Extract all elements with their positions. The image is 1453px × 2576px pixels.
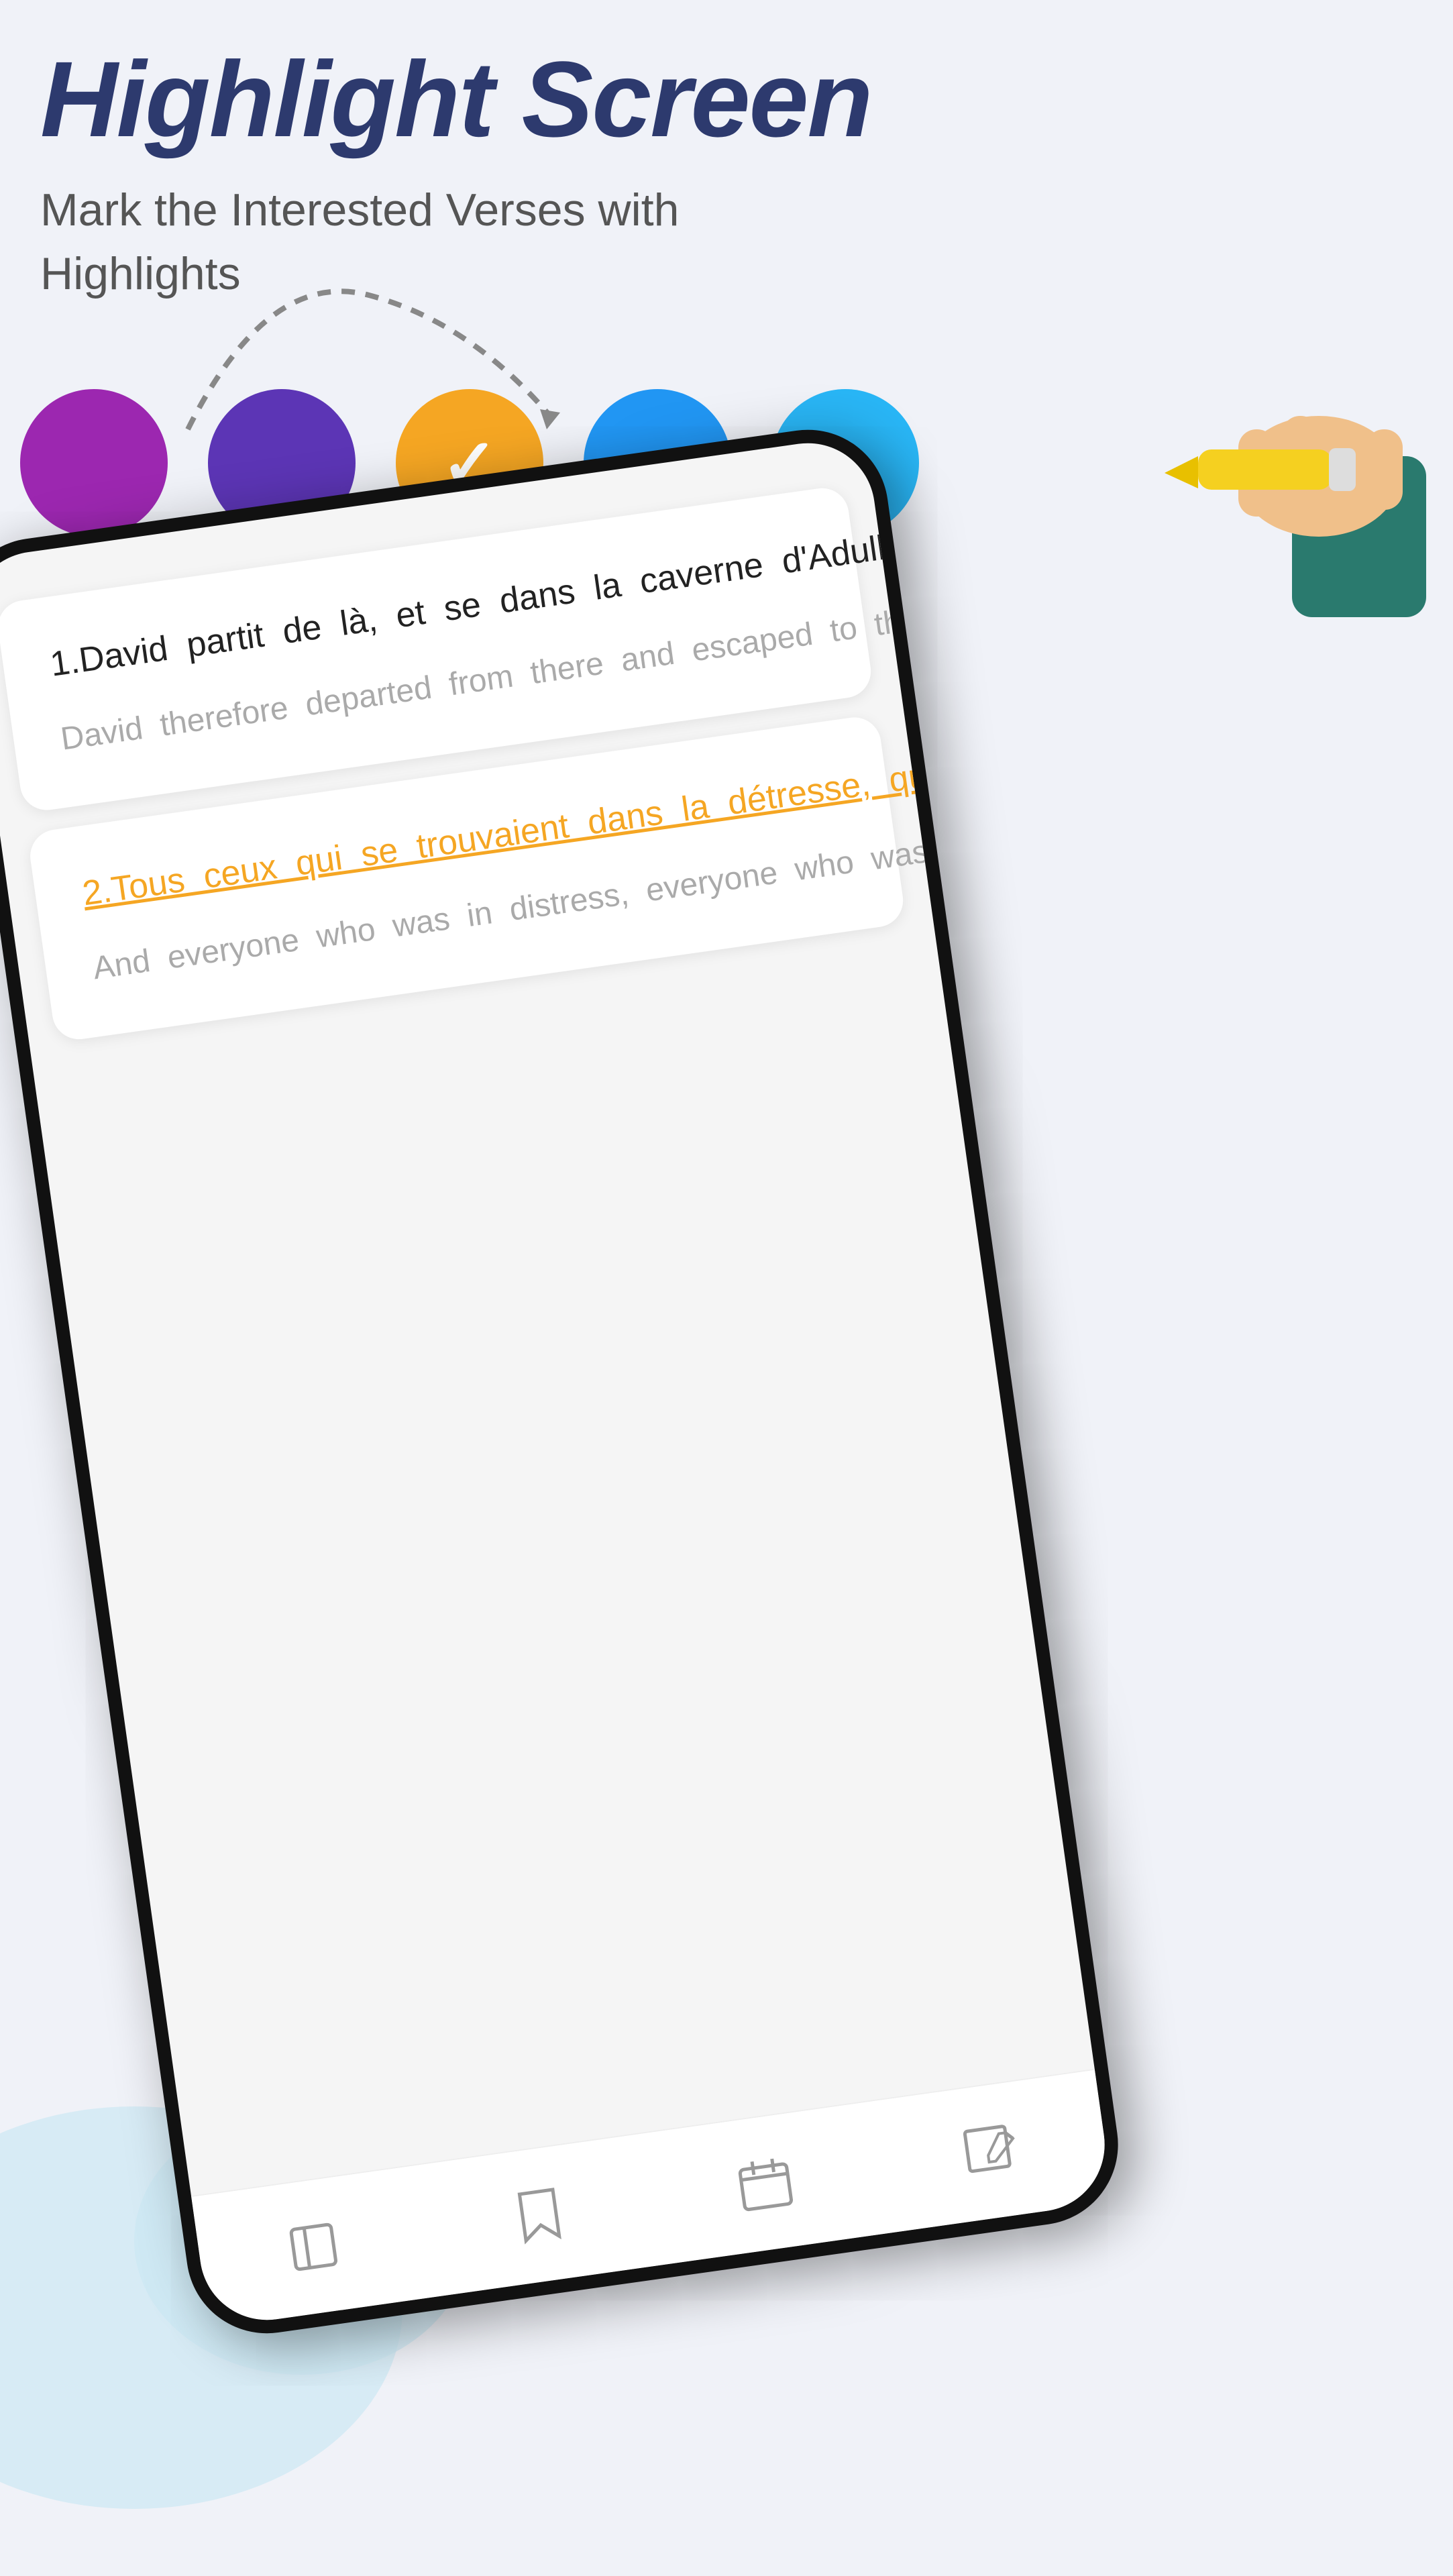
- book-nav-icon[interactable]: [276, 2209, 352, 2285]
- page-title: Highlight Screen: [40, 40, 1413, 158]
- calendar-nav-icon[interactable]: [727, 2145, 803, 2221]
- phone-side-button: [914, 684, 938, 778]
- circle-purple-bright[interactable]: [20, 389, 168, 537]
- bookmark-nav-icon[interactable]: [502, 2178, 578, 2253]
- phone-frame: 1.David partit de là, et se dans la cave…: [0, 419, 1128, 2344]
- screen-content: 1.David partit de là, et se dans la cave…: [0, 435, 933, 1046]
- phone-screen: 1.David partit de là, et se dans la cave…: [0, 435, 1114, 2328]
- bottom-nav: [191, 2069, 1114, 2328]
- phone-mockup: 1.David partit de là, et se dans la cave…: [0, 335, 1453, 2477]
- edit-nav-icon[interactable]: [953, 2114, 1029, 2190]
